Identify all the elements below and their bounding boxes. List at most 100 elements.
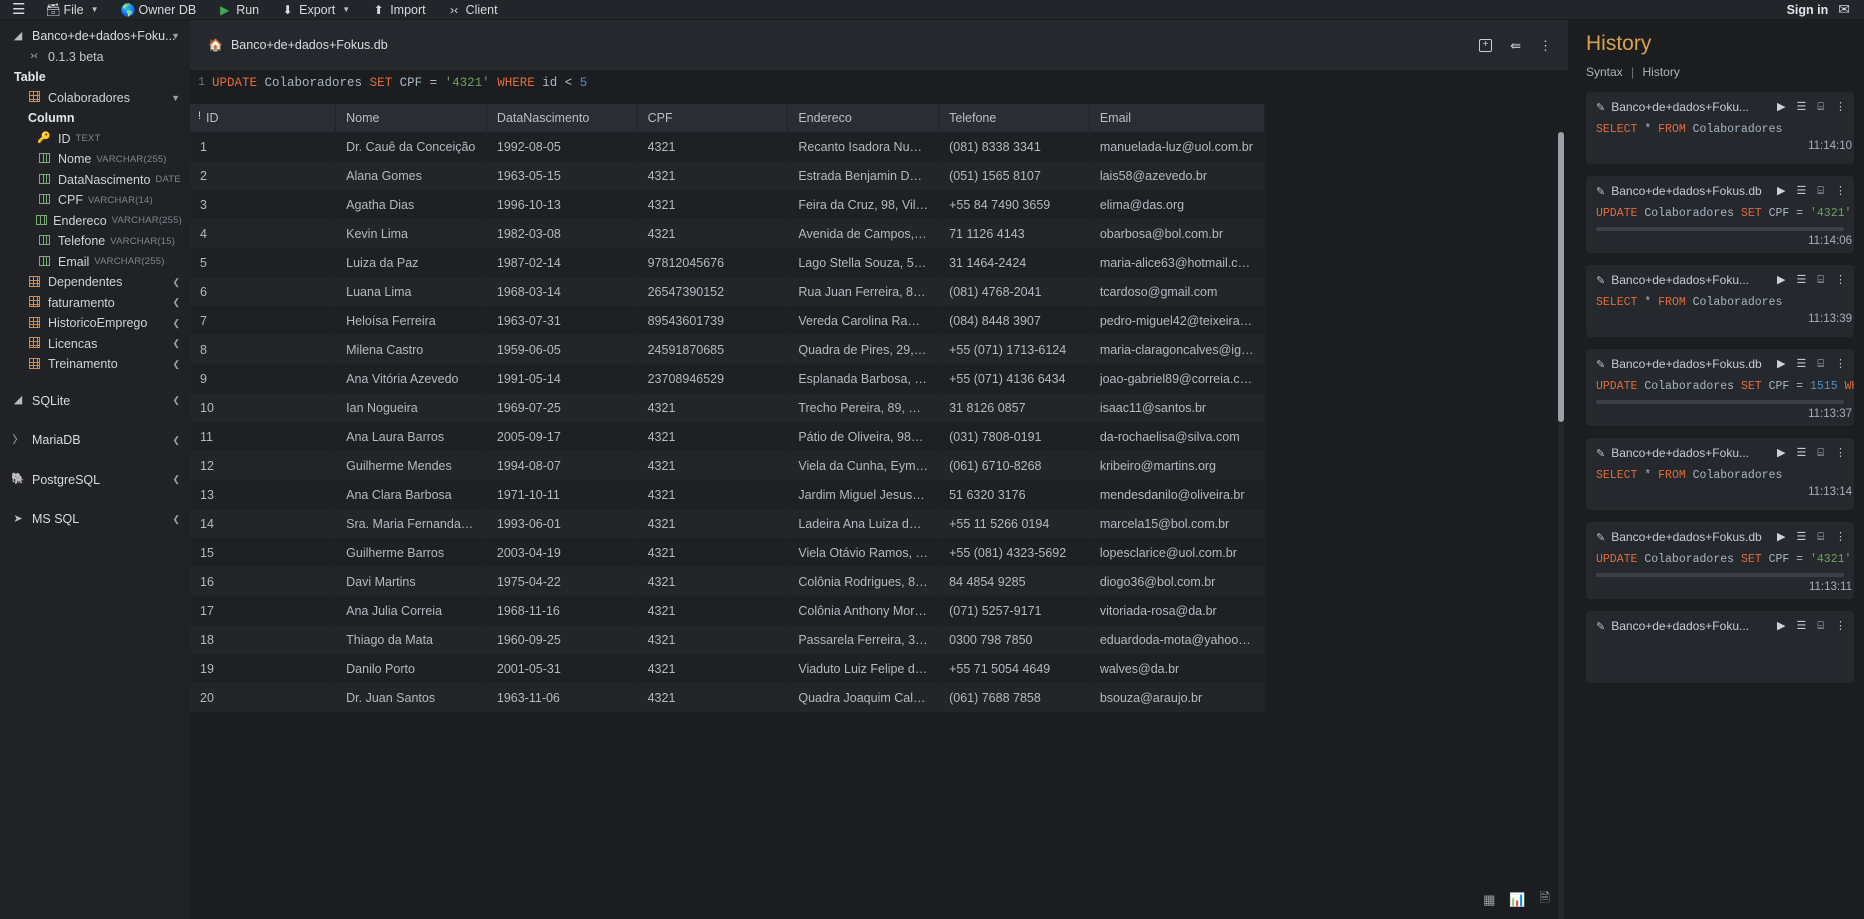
more-icon[interactable]: ⋮ <box>1835 185 1846 197</box>
column-header-telefone[interactable]: Telefone <box>938 104 1090 132</box>
table-cell-nome[interactable]: Luiza da Paz <box>335 248 487 277</box>
table-cell-cpf[interactable]: 4321 <box>637 393 789 422</box>
table-cell-endereco[interactable]: Feira da Cruz, 98, Vila M... <box>787 190 940 219</box>
run-icon[interactable]: ▶ <box>1777 185 1785 197</box>
table-cell-cpf[interactable]: 89543601739 <box>637 306 789 335</box>
more-vertical-icon[interactable]: ⋮ <box>1539 39 1552 52</box>
table-cell-cpf[interactable]: 4321 <box>637 161 789 190</box>
table-row[interactable]: 20 Dr. Juan Santos 1963-11-06 4321 Quadra Jo… <box>190 683 1266 712</box>
history-entry[interactable]: ✎ Banco+de+dados+Foku... ▶ ☰ ⌸ ⋮ SELECT * FROM… <box>1586 92 1854 164</box>
table-cell-id[interactable]: 11 <box>190 422 337 451</box>
sidebar-connection-postgresql[interactable]: 🐘 PostgreSQL ❮ <box>0 470 190 491</box>
table-cell-endereco[interactable]: Colônia Rodrigues, 89, Á... <box>787 567 940 596</box>
edit-icon[interactable]: ☰ <box>1797 101 1807 113</box>
table-cell-nome[interactable]: Davi Martins <box>335 567 487 596</box>
sidebar-column-telefone[interactable]: Telefone VARCHAR(15) <box>0 231 190 252</box>
table-row[interactable]: 10 Ian Nogueira 1969-07-25 4321 Trecho Perei… <box>190 393 1266 422</box>
table-cell-endereco[interactable]: Estrada Benjamin Duarte... <box>787 161 940 190</box>
table-cell-telefone[interactable]: 0300 798 7850 <box>938 625 1090 654</box>
table-cell-endereco[interactable]: Rua Juan Ferreira, 81, Di... <box>787 277 940 306</box>
more-icon[interactable]: ⋮ <box>1835 274 1846 286</box>
table-cell-telefone[interactable]: +55 84 7490 3659 <box>938 190 1090 219</box>
table-row[interactable]: 17 Ana Julia Correia 1968-11-16 4321 Colônia… <box>190 596 1266 625</box>
table-cell-datanascimento[interactable]: 1963-11-06 <box>486 683 638 712</box>
table-cell-endereco[interactable]: Vereda Carolina Ramos, ... <box>787 306 940 335</box>
table-cell-nome[interactable]: Alana Gomes <box>335 161 487 190</box>
table-cell-id[interactable]: 1 <box>190 132 337 161</box>
table-cell-email[interactable]: tcardoso@gmail.com <box>1089 277 1266 306</box>
table-cell-id[interactable]: 8 <box>190 335 337 364</box>
table-cell-telefone[interactable]: (051) 1565 8107 <box>938 161 1090 190</box>
history-entry[interactable]: ✎ Banco+de+dados+Foku... ▶ ☰ ⌸ ⋮ <box>1586 611 1854 683</box>
grid-icon[interactable]: ⌸ <box>1817 531 1824 543</box>
menu-file[interactable]: 🗃 File ▼ <box>34 0 109 20</box>
sidebar-connection-mariadb[interactable]: 〉 MariaDB ❮ <box>0 430 190 451</box>
table-row[interactable]: 3 Agatha Dias 1996-10-13 4321 Feira da Cruz,… <box>190 190 1266 219</box>
chevron-right-icon[interactable]: ❮ <box>172 338 180 349</box>
chevron-right-icon[interactable]: ❮ <box>172 474 180 485</box>
chevron-right-icon[interactable]: ❮ <box>172 359 180 370</box>
edit-icon[interactable]: ☰ <box>1797 620 1807 632</box>
table-row[interactable]: 6 Luana Lima 1968-03-14 26547390152 Rua Juan… <box>190 277 1266 306</box>
table-cell-email[interactable]: da-rochaelisa@silva.com <box>1089 422 1266 451</box>
table-cell-endereco[interactable]: Esplanada Barbosa, Beij... <box>787 364 940 393</box>
table-row[interactable]: 9 Ana Vitória Azevedo 1991-05-14 2370894652… <box>190 364 1266 393</box>
table-cell-email[interactable]: bsouza@araujo.br <box>1089 683 1266 712</box>
chevron-right-icon[interactable]: ❮ <box>172 277 180 288</box>
scrollbar-thumb[interactable] <box>1558 132 1564 422</box>
table-cell-datanascimento[interactable]: 1993-06-01 <box>486 509 638 538</box>
sidebar-connection-sqlite[interactable]: ◢ SQLite ❮ <box>0 391 190 412</box>
table-row[interactable]: 14 Sra. Maria Fernanda Cal... 1993-06-01 43… <box>190 509 1266 538</box>
table-cell-endereco[interactable]: Trecho Pereira, 89, Erme... <box>787 393 940 422</box>
chevron-right-icon[interactable]: ❮ <box>172 435 180 446</box>
table-cell-email[interactable]: elima@das.org <box>1089 190 1266 219</box>
tab-banco-de-dados-fokus[interactable]: 🏠 Banco+de+dados+Fokus.db <box>190 20 410 70</box>
table-row[interactable]: 15 Guilherme Barros 2003-04-19 4321 Viela Ot… <box>190 538 1266 567</box>
table-cell-email[interactable]: isaac11@santos.br <box>1089 393 1266 422</box>
table-cell-id[interactable]: 4 <box>190 219 337 248</box>
table-cell-nome[interactable]: Ana Clara Barbosa <box>335 480 487 509</box>
table-cell-cpf[interactable]: 4321 <box>637 683 789 712</box>
run-icon[interactable]: ▶ <box>1777 101 1785 113</box>
table-cell-datanascimento[interactable]: 1968-11-16 <box>486 596 638 625</box>
table-cell-cpf[interactable]: 4321 <box>637 422 789 451</box>
table-cell-cpf[interactable]: 26547390152 <box>637 277 789 306</box>
table-cell-datanascimento[interactable]: 2005-09-17 <box>486 422 638 451</box>
table-cell-id[interactable]: 15 <box>190 538 337 567</box>
table-cell-id[interactable]: 19 <box>190 654 337 683</box>
table-cell-endereco[interactable]: Passarela Ferreira, 34, V... <box>787 625 940 654</box>
add-tab-icon[interactable]: + <box>1479 38 1493 52</box>
table-cell-id[interactable]: 16 <box>190 567 337 596</box>
table-cell-endereco[interactable]: Quadra Joaquim Caldeir... <box>787 683 940 712</box>
history-entry-scrollbar[interactable] <box>1596 573 1844 577</box>
table-cell-nome[interactable]: Sra. Maria Fernanda Cal... <box>335 509 487 538</box>
sql-editor[interactable]: 1 UPDATE Colaboradores SET CPF = '4321' … <box>190 70 1568 104</box>
column-header-endereco[interactable]: Endereco <box>787 104 940 132</box>
table-cell-email[interactable]: lopesclarice@uol.com.br <box>1089 538 1266 567</box>
table-cell-cpf[interactable]: 4321 <box>637 451 789 480</box>
table-cell-endereco[interactable]: Jardim Miguel Jesus, Ita... <box>787 480 940 509</box>
grid-icon[interactable]: ⌸ <box>1817 101 1824 113</box>
table-row[interactable]: 2 Alana Gomes 1963-05-15 4321 Estrada Benjam… <box>190 161 1266 190</box>
table-cell-email[interactable]: pedro-miguel42@teixeira.com <box>1089 306 1266 335</box>
sidebar-item-treinamento[interactable]: Treinamento ❮ <box>0 354 190 375</box>
table-cell-nome[interactable]: Guilherme Mendes <box>335 451 487 480</box>
grid-icon[interactable]: ⌸ <box>1817 620 1824 632</box>
mail-icon[interactable]: ✉ <box>1838 1 1856 18</box>
table-cell-nome[interactable]: Heloísa Ferreira <box>335 306 487 335</box>
table-cell-telefone[interactable]: (031) 7808-0191 <box>938 422 1090 451</box>
table-cell-telefone[interactable]: +55 11 5266 0194 <box>938 509 1090 538</box>
table-cell-nome[interactable]: Guilherme Barros <box>335 538 487 567</box>
table-cell-id[interactable]: 9 <box>190 364 337 393</box>
table-cell-id[interactable]: 18 <box>190 625 337 654</box>
table-cell-email[interactable]: joao-gabriel89@correia.com <box>1089 364 1266 393</box>
table-row[interactable]: 1 Dr. Cauê da Conceição 1992-08-05 4321 Reca… <box>190 132 1266 161</box>
menu-client[interactable]: ›‹ Client <box>437 0 509 20</box>
sidebar-connection-mssql[interactable]: ➤ MS SQL ❮ <box>0 509 190 530</box>
sidebar-item-colaboradores[interactable]: Colaboradores ▼ <box>0 88 190 109</box>
table-cell-datanascimento[interactable]: 1996-10-13 <box>486 190 638 219</box>
menu-import[interactable]: ⬆ Import <box>361 0 436 20</box>
table-cell-email[interactable]: kribeiro@martins.org <box>1089 451 1266 480</box>
history-entry-scrollbar[interactable] <box>1596 400 1844 404</box>
sidebar-column-datanascimento[interactable]: DataNascimento DATE <box>0 170 190 191</box>
